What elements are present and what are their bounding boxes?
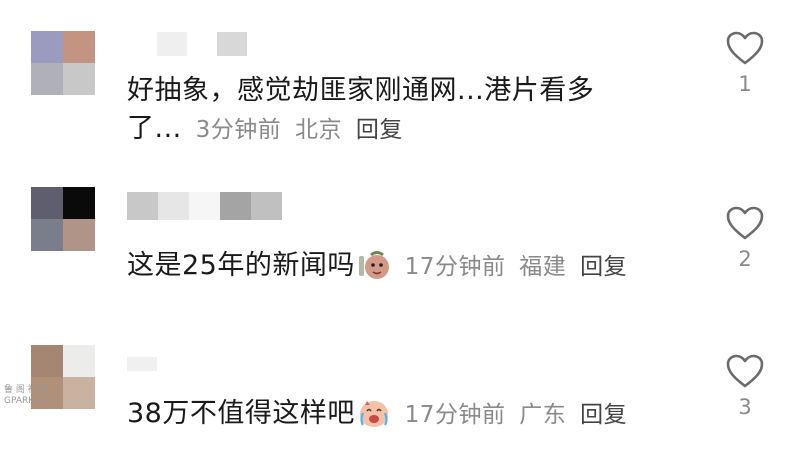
avatar-tile — [63, 31, 95, 63]
heart-icon — [726, 354, 764, 388]
like-button[interactable]: 1 — [723, 30, 767, 96]
avatar-tile — [63, 63, 95, 95]
username-blurred[interactable] — [127, 192, 282, 220]
heart-icon — [726, 206, 764, 240]
watermark-line: GPARK.com — [4, 396, 57, 406]
watermark-line: 鲁 阁 社 区 — [4, 385, 49, 395]
comment-text-line: 38万不值得这样吧 — [127, 398, 355, 429]
reply-button[interactable]: 回复 — [580, 402, 627, 428]
comment-text: 这是25年的新闻吗 17分钟前 福建 回复 — [127, 247, 707, 291]
location: 广东 — [519, 402, 567, 428]
timestamp: 17分钟前 — [404, 402, 506, 428]
crying-laugh-emoji-icon — [357, 398, 391, 439]
heart-icon — [726, 31, 764, 65]
avatar-tile — [63, 219, 95, 251]
username-blurred[interactable] — [157, 32, 247, 56]
avatar-tile — [31, 345, 63, 377]
avatar[interactable] — [31, 31, 95, 95]
avatar-tile — [31, 31, 63, 63]
like-count: 1 — [738, 72, 752, 96]
comment-text-line: 好抽象，感觉劫匪家刚通网...港片看多 — [127, 75, 595, 106]
avatar-tile — [63, 345, 95, 377]
reply-button[interactable]: 回复 — [356, 117, 403, 143]
avatar-tile — [31, 219, 63, 251]
like-button[interactable]: 3 — [723, 353, 767, 419]
avatar-tile — [63, 187, 95, 219]
location: 北京 — [295, 117, 343, 143]
comment-text: 好抽象，感觉劫匪家刚通网...港片看多 了... 3分钟前 北京 回复 — [127, 72, 687, 149]
avatar-tile — [31, 187, 63, 219]
username-blurred[interactable] — [127, 357, 157, 381]
timestamp: 3分钟前 — [195, 117, 282, 143]
like-count: 2 — [738, 247, 752, 271]
avatar[interactable] — [31, 187, 95, 251]
avatar-tile — [31, 63, 63, 95]
comment-text: 38万不值得这样吧 17分钟前 广东 回复 — [127, 395, 707, 439]
reply-button[interactable]: 回复 — [580, 254, 627, 280]
character-emoji-icon — [357, 250, 391, 291]
location: 福建 — [519, 254, 567, 280]
watermark: 鲁 阁 社 区 GPARK.com — [4, 385, 74, 407]
timestamp: 17分钟前 — [404, 254, 506, 280]
comment-text-line: 这是25年的新闻吗 — [127, 250, 355, 281]
like-count: 3 — [738, 395, 752, 419]
comment-text-line-2: 了... 3分钟前 北京 回复 — [127, 113, 403, 144]
like-button[interactable]: 2 — [723, 205, 767, 271]
